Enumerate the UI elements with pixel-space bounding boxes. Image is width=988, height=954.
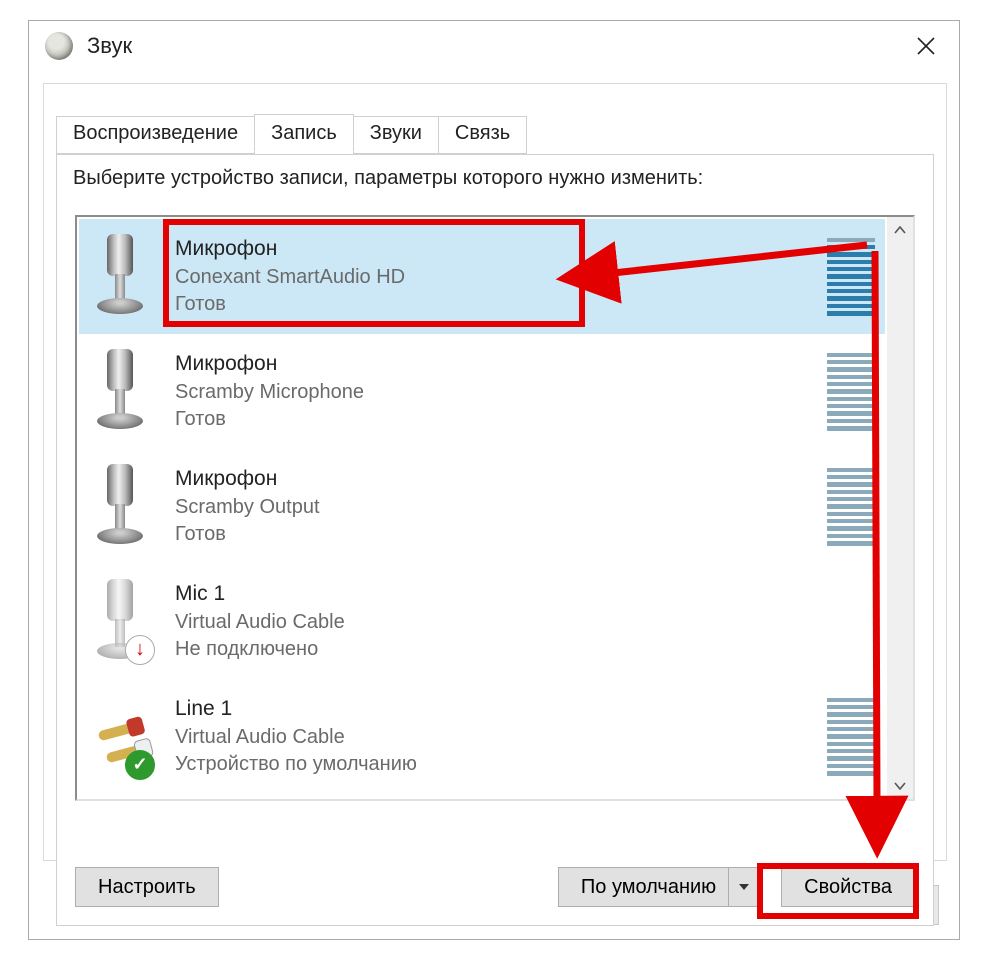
level-meter	[827, 468, 875, 546]
recording-panel: Выберите устройство записи, параметры ко…	[56, 154, 934, 926]
device-list[interactable]: МикрофонConexant SmartAudio HDГотовМикро…	[79, 219, 885, 797]
device-description: Scramby Output	[175, 494, 827, 521]
device-status: Готов	[175, 521, 827, 548]
scroll-down-button[interactable]	[887, 773, 913, 799]
audio-cable-icon: ✓	[89, 692, 157, 782]
properties-button[interactable]: Свойства	[781, 867, 915, 907]
microphone-icon: ↓	[89, 577, 157, 667]
device-name: Line 1	[175, 695, 827, 723]
device-row[interactable]: ✓ Line 1Virtual Audio CableУстройство по …	[79, 679, 885, 794]
sound-dialog: Звук ВоспроизведениеЗаписьЗвукиСвязь Выб…	[28, 20, 960, 940]
level-meter	[827, 698, 875, 776]
microphone-icon	[89, 232, 157, 322]
tab-sounds[interactable]: Звуки	[353, 116, 439, 154]
dialog-client-area: ВоспроизведениеЗаписьЗвукиСвязь Выберите…	[43, 83, 947, 861]
level-meter	[827, 353, 875, 431]
close-icon	[916, 36, 936, 56]
panel-button-row: Настроить По умолчанию Свойства	[75, 863, 915, 911]
device-row[interactable]: МикрофонConexant SmartAudio HDГотов	[79, 219, 885, 334]
configure-button[interactable]: Настроить	[75, 867, 219, 907]
device-status: Устройство по умолчанию	[175, 751, 827, 778]
device-name: Микрофон	[175, 350, 827, 378]
microphone-icon	[89, 347, 157, 437]
microphone-icon	[89, 462, 157, 552]
set-default-label: По умолчанию	[581, 876, 716, 899]
speaker-icon	[45, 32, 73, 60]
device-description: Conexant SmartAudio HD	[175, 264, 827, 291]
device-status: Готов	[175, 291, 827, 318]
tab-strip: ВоспроизведениеЗаписьЗвукиСвязь	[56, 114, 526, 152]
triangle-down-icon	[739, 884, 749, 890]
device-name: Mic 1	[175, 580, 879, 608]
set-default-dropdown[interactable]	[728, 868, 758, 906]
down-arrow-badge-icon: ↓	[125, 635, 155, 665]
titlebar: Звук	[29, 21, 959, 71]
tab-recording[interactable]: Запись	[254, 114, 354, 152]
device-description: Virtual Audio Cable	[175, 724, 827, 751]
chevron-up-icon	[894, 226, 906, 234]
tab-playback[interactable]: Воспроизведение	[56, 116, 255, 154]
device-name: Микрофон	[175, 235, 827, 263]
chevron-down-icon	[894, 782, 906, 790]
device-row[interactable]: ↓ Mic 1Virtual Audio CableНе подключено	[79, 564, 885, 679]
device-status: Не подключено	[175, 636, 879, 663]
device-status: Готов	[175, 406, 827, 433]
device-list-frame: МикрофонConexant SmartAudio HDГотовМикро…	[75, 215, 915, 801]
checkmark-badge-icon: ✓	[125, 750, 155, 780]
window-title: Звук	[87, 33, 901, 59]
instruction-text: Выберите устройство записи, параметры ко…	[73, 167, 703, 190]
device-row[interactable]: МикрофонScramby MicrophoneГотов	[79, 334, 885, 449]
device-description: Scramby Microphone	[175, 379, 827, 406]
device-row[interactable]: МикрофонScramby OutputГотов	[79, 449, 885, 564]
level-meter	[827, 238, 875, 316]
tab-communications[interactable]: Связь	[438, 116, 527, 154]
device-description: Virtual Audio Cable	[175, 609, 879, 636]
set-default-button[interactable]: По умолчанию	[558, 867, 759, 907]
scrollbar[interactable]	[887, 217, 913, 799]
device-name: Микрофон	[175, 465, 827, 493]
scroll-up-button[interactable]	[887, 217, 913, 243]
close-button[interactable]	[901, 26, 951, 66]
